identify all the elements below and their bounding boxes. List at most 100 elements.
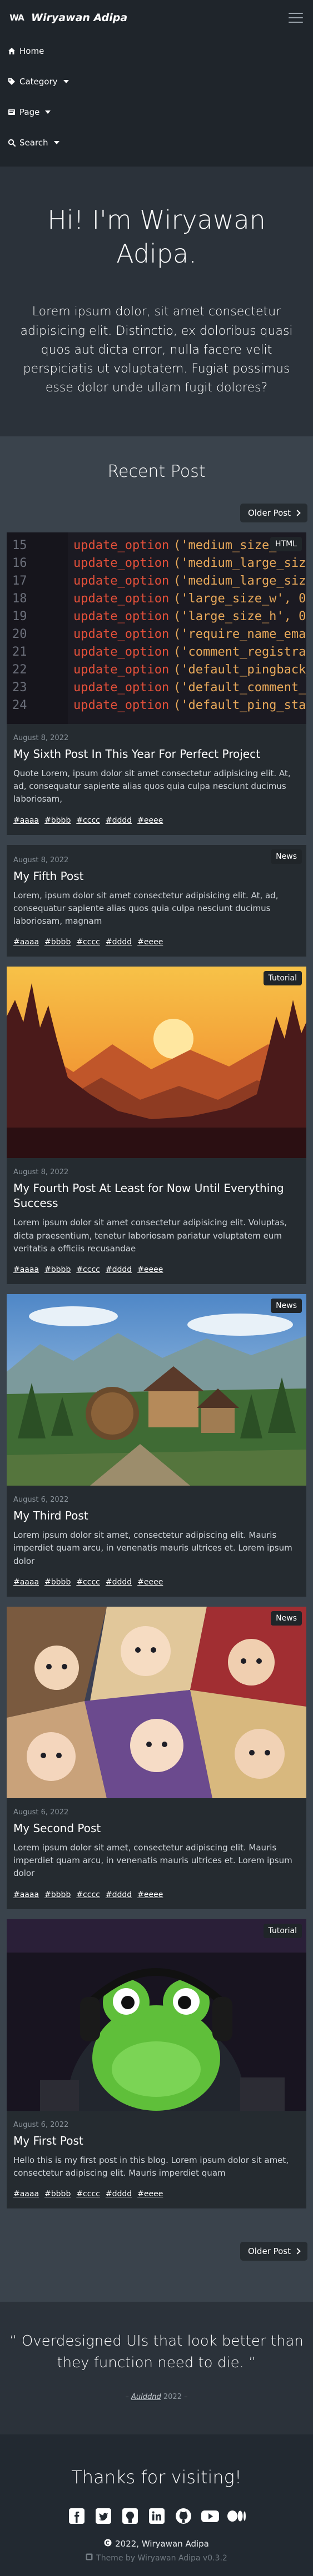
tag-link[interactable]: #cccc [76,938,100,947]
tag-link[interactable]: #cccc [76,1890,100,1899]
post-badge[interactable]: Tutorial [263,971,302,986]
tag-link[interactable]: #bbbb [44,1890,71,1899]
nav-item-page[interactable]: Page [8,97,305,127]
older-post-label: Older Post [247,507,291,518]
nav-item-search[interactable]: Search [8,127,305,158]
svg-text:('medium_large_size_w',: ('medium_large_size_w', [173,556,306,570]
tag-link[interactable]: #aaaa [13,816,39,825]
hero: Hi! I'm Wiryawan Adipa. Lorem ipsum dolo… [0,167,313,436]
post-image[interactable]: Tutorial [7,1919,306,2111]
tag-link[interactable]: #aaaa [13,1578,39,1587]
tag-link[interactable]: #cccc [76,1265,100,1274]
tag-link[interactable]: #dddd [106,816,132,825]
tag-link[interactable]: #eeee [137,816,163,825]
nav-item-home[interactable]: Home [8,36,305,66]
hero-text: Lorem ipsum dolor, sit amet consectetur … [20,305,293,395]
quote-body: Overdesigned UIs that look better than t… [21,2333,304,2372]
svg-text:21: 21 [12,645,27,659]
post-title[interactable]: My Second Post [13,1821,300,1836]
post-image[interactable]: Tutorial [7,967,306,1159]
older-post-button[interactable]: Older Post [240,2242,307,2261]
post-excerpt: Lorem, ipsum dolor sit amet consectetur … [13,890,279,927]
post-badge[interactable]: News [271,1611,302,1626]
tag-link[interactable]: #dddd [106,1890,132,1899]
medium-icon[interactable] [226,2505,247,2527]
svg-text:('default_ping_status',: ('default_ping_status', [173,698,306,712]
nav-item-category[interactable]: Category [8,66,305,97]
post-badge[interactable]: News [271,1299,302,1314]
post-excerpt: Quote Lorem, ipsum dolor sit amet consec… [13,768,291,804]
tag-link[interactable]: #dddd [106,2190,132,2198]
footer-title: Thanks for visiting! [71,2467,242,2488]
quote-author[interactable]: Aulddnd [131,2393,161,2401]
post-card[interactable]: 15 16 17 18 19 20 21 22 23 24 update_option ('m… [7,532,306,835]
tag-link[interactable]: #bbbb [44,816,71,825]
post-title[interactable]: My Third Post [13,1508,300,1523]
chevron-right-icon [294,510,301,516]
tag-link[interactable]: #eeee [137,2190,163,2198]
post-title[interactable]: My First Post [13,2134,300,2149]
tag-link[interactable]: #eeee [137,1890,163,1899]
post-card[interactable]: Tutorial August 8, 2022 My Fourth Post A… [7,967,306,1285]
post-image[interactable]: News [7,1294,306,1486]
post-title[interactable]: My Sixth Post In This Year For Perfect P… [13,747,300,762]
youtube-icon[interactable] [200,2505,221,2527]
tag-link[interactable]: #aaaa [13,1890,39,1899]
post-body: August 6, 2022 My Third Post Lorem ipsum… [7,1486,306,1597]
facebook-icon[interactable] [66,2505,87,2527]
post-image[interactable]: News [7,1606,306,1798]
post-card[interactable]: News August 6, 2022 My Third Post Lorem … [7,1294,306,1597]
tag-link[interactable]: #bbbb [44,2190,71,2198]
tag-link[interactable]: #dddd [106,1265,132,1274]
pager-bottom: Older Post [0,2242,313,2261]
tag-link[interactable]: #bbbb [44,1578,71,1587]
tag-link[interactable]: #dddd [106,938,132,947]
svg-text:update_option: update_option [73,645,169,659]
chevron-down-icon [45,110,51,114]
svg-text:('large_size_w', 0);: ('large_size_w', 0); [173,592,306,606]
post-badge[interactable]: HTML [270,536,302,551]
tag-link[interactable]: #aaaa [13,1265,39,1274]
post-tags: #aaaa #bbbb #cccc #dddd #eeee [13,2190,300,2198]
tag-link[interactable]: #eeee [137,938,163,947]
svg-text:update_option: update_option [73,663,169,677]
section-title: Recent Post [107,461,206,481]
search-icon [8,139,16,147]
tag-link[interactable]: #bbbb [44,938,71,947]
linkedin-icon[interactable] [146,2505,167,2527]
menu-toggle-button[interactable] [286,9,305,26]
tag-link[interactable]: #bbbb [44,1265,71,1274]
tag-link[interactable]: #aaaa [13,2190,39,2198]
post-image[interactable]: 15 16 17 18 19 20 21 22 23 24 update_option ('m… [7,532,306,724]
post-badge[interactable]: Tutorial [263,1923,302,1938]
social-links [9,2505,304,2527]
code-editor-image: 15 16 17 18 19 20 21 22 23 24 update_option ('m… [7,532,306,724]
tag-link[interactable]: #cccc [76,1578,100,1587]
post-body: August 8, 2022 My Fifth Post Lorem, ipsu… [7,845,306,957]
brand-link[interactable]: WA Wiryawan Adipa [8,12,127,24]
post-title[interactable]: My Fourth Post At Least for Now Until Ev… [13,1181,300,1211]
tag-link[interactable]: #cccc [76,816,100,825]
github-alt-icon[interactable] [173,2505,194,2527]
anime-collage-image [7,1606,306,1798]
svg-text:update_option: update_option [73,539,169,552]
older-post-label: Older Post [247,2246,291,2257]
tag-link[interactable]: #eeee [137,1578,163,1587]
post-card[interactable]: News August 6, 2022 My Second Post Lorem… [7,1606,306,1909]
post-title[interactable]: My Fifth Post [13,869,300,884]
tag-link[interactable]: #dddd [106,1578,132,1587]
tag-link[interactable]: #aaaa [13,938,39,947]
older-post-button[interactable]: Older Post [240,503,307,522]
nav-links: Home Category Page Search [8,36,305,167]
post-body: August 6, 2022 My First Post Hello this … [7,2111,306,2209]
theme-credit-text[interactable]: Theme by Wiryawan Adipa v0.3.2 [96,2554,227,2563]
post-badge[interactable]: News [271,849,302,864]
twitter-icon[interactable] [93,2505,114,2527]
quote-cite: – Aulddnd 2022 – [125,2393,188,2402]
post-card[interactable]: News August 8, 2022 My Fifth Post Lorem,… [7,844,306,957]
svg-text:('comment_registration',: ('comment_registration', [173,645,306,659]
tag-link[interactable]: #eeee [137,1265,163,1274]
post-card[interactable]: Tutorial August 6, 2022 My First Post He… [7,1919,306,2209]
tag-link[interactable]: #cccc [76,2190,100,2198]
github-icon[interactable] [120,2505,141,2527]
